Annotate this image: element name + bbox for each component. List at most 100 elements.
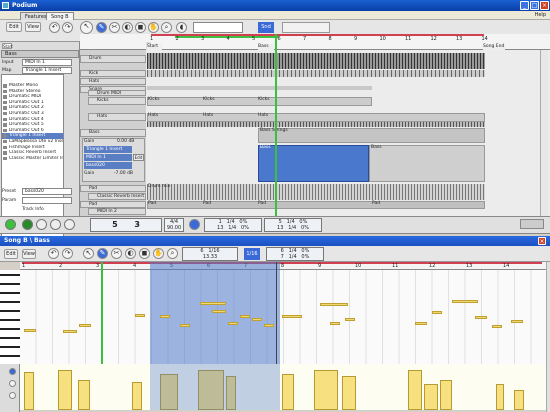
velocity-bar[interactable] (440, 380, 452, 410)
velocity-bar[interactable] (24, 372, 34, 410)
edit-menu-button[interactable]: Edit (6, 22, 22, 32)
track-hats-2[interactable]: Hats (88, 113, 146, 121)
editor-scissors-icon[interactable]: ✂ (111, 248, 122, 259)
track-drum-midi[interactable]: Drum MIDI (88, 90, 146, 96)
note[interactable] (475, 316, 487, 319)
sidebar-tab-bass[interactable]: Bass (1, 50, 79, 58)
note[interactable] (492, 325, 502, 328)
stop-icon[interactable] (36, 219, 47, 230)
midi-slot[interactable]: MIDI In 1 (84, 154, 132, 161)
lane-add-icon[interactable] (9, 392, 16, 399)
note[interactable] (79, 324, 91, 327)
velocity-bar[interactable] (342, 376, 356, 410)
arrange-vscrollbar[interactable] (540, 50, 548, 216)
note[interactable] (415, 322, 427, 325)
snap-field[interactable] (282, 22, 330, 33)
note[interactable] (160, 315, 170, 318)
editor-zoom-icon[interactable]: ⌕ (167, 248, 178, 259)
editor-vscrollbar[interactable] (546, 262, 550, 412)
speaker-icon[interactable]: ◖ (176, 22, 187, 33)
sync-icon[interactable] (189, 219, 200, 230)
editor-view-button[interactable]: View (22, 249, 36, 259)
track-drum[interactable]: Drum (80, 55, 146, 63)
editor-grid-button[interactable]: 1/16 (244, 248, 260, 260)
tab-song-b[interactable]: Song B (46, 12, 74, 20)
controller-icon[interactable] (9, 380, 16, 387)
note[interactable] (240, 315, 250, 318)
tool-field[interactable] (193, 22, 243, 33)
redo-icon[interactable]: ↷ (62, 22, 73, 33)
velocity-bar[interactable] (408, 370, 422, 410)
glue-tool-icon[interactable]: ◐ (122, 22, 133, 33)
track-pad[interactable]: Pad (80, 185, 146, 192)
preset-select[interactable]: bass020 (22, 188, 72, 195)
arrange-playhead[interactable] (275, 34, 277, 216)
velocity-bar[interactable] (132, 382, 142, 410)
note[interactable] (63, 330, 77, 333)
track-reverb-insert[interactable]: Classic Reverb Insert (88, 193, 146, 200)
note[interactable] (345, 318, 355, 321)
undo-icon[interactable]: ↶ (49, 22, 60, 33)
kick-clip[interactable] (147, 70, 485, 77)
editor-eraser-icon[interactable]: ◼ (139, 248, 150, 259)
note[interactable] (452, 300, 478, 303)
maximize-button[interactable]: □ (530, 1, 539, 10)
editor-redo-icon[interactable]: ↷ (62, 248, 73, 259)
note[interactable] (180, 324, 190, 327)
eraser-tool-icon[interactable]: ◼ (135, 22, 146, 33)
editor-hand-icon[interactable]: ✋ (153, 248, 164, 259)
velocity-bar[interactable] (282, 374, 294, 410)
velocity-tool-icon[interactable] (9, 368, 16, 375)
editor-glue-icon[interactable]: ◐ (125, 248, 136, 259)
map-select[interactable]: Triangle 1 Insert (22, 67, 72, 74)
track-kick[interactable]: Kick (80, 70, 146, 77)
note[interactable] (212, 310, 226, 313)
insert-edit-button[interactable]: Edit (133, 154, 144, 161)
track-bass[interactable]: Bass (80, 129, 146, 137)
editor-undo-icon[interactable]: ↶ (48, 248, 59, 259)
input-select[interactable]: MIDI In 1 (22, 59, 72, 66)
velocity-bar[interactable] (496, 384, 504, 410)
pad-clip[interactable] (147, 184, 485, 200)
snap-button[interactable]: Snd (258, 22, 274, 33)
velocity-bar[interactable] (314, 370, 338, 410)
velocity-bar[interactable] (514, 390, 524, 410)
minimize-button[interactable]: _ (520, 1, 529, 10)
note[interactable] (252, 318, 262, 321)
power-icon[interactable] (5, 219, 16, 230)
note[interactable] (511, 320, 523, 323)
pad-2-clip[interactable] (147, 201, 485, 209)
note[interactable] (135, 314, 145, 317)
pointer-tool-icon[interactable]: ↖ (80, 21, 93, 34)
zoom-tool-icon[interactable]: ⌕ (161, 22, 172, 33)
bass-clip-2[interactable] (369, 145, 485, 182)
velocity-bar[interactable] (424, 384, 438, 410)
hats-clip[interactable] (147, 113, 485, 122)
preset-slot[interactable]: bass020 (84, 162, 132, 169)
insert-slot[interactable]: Triangle 1 Insert (84, 146, 132, 153)
param-select[interactable] (22, 197, 72, 204)
editor-pencil-icon[interactable]: ✎ (97, 248, 108, 259)
track-hats[interactable]: Hats (80, 78, 146, 85)
note[interactable] (320, 303, 348, 306)
bass-strings-clip[interactable] (258, 128, 485, 143)
track-pad-2[interactable]: Pad (80, 201, 146, 208)
editor-pointer-icon[interactable]: ↖ (83, 248, 94, 259)
editor-edit-button[interactable]: Edit (4, 249, 18, 259)
velocity-bar[interactable] (58, 370, 72, 410)
pencil-tool-icon[interactable]: ✎ (96, 22, 107, 33)
track-midi-in-2[interactable]: MIDI In 2 (88, 208, 146, 215)
velocity-bar[interactable] (78, 380, 90, 410)
note[interactable] (228, 322, 238, 325)
hand-tool-icon[interactable]: ✋ (148, 22, 159, 33)
note[interactable] (432, 311, 442, 314)
help-menu[interactable]: Help (535, 12, 546, 18)
note[interactable] (24, 329, 36, 332)
rewind-icon[interactable] (64, 219, 75, 230)
scissors-tool-icon[interactable]: ✂ (109, 22, 120, 33)
editor-close-button[interactable]: × (538, 237, 546, 245)
close-button[interactable]: × (540, 1, 549, 10)
note[interactable] (330, 322, 340, 325)
list-item[interactable]: Classic Master Limiter Ins (2, 156, 63, 162)
snare-clip[interactable] (147, 86, 372, 90)
